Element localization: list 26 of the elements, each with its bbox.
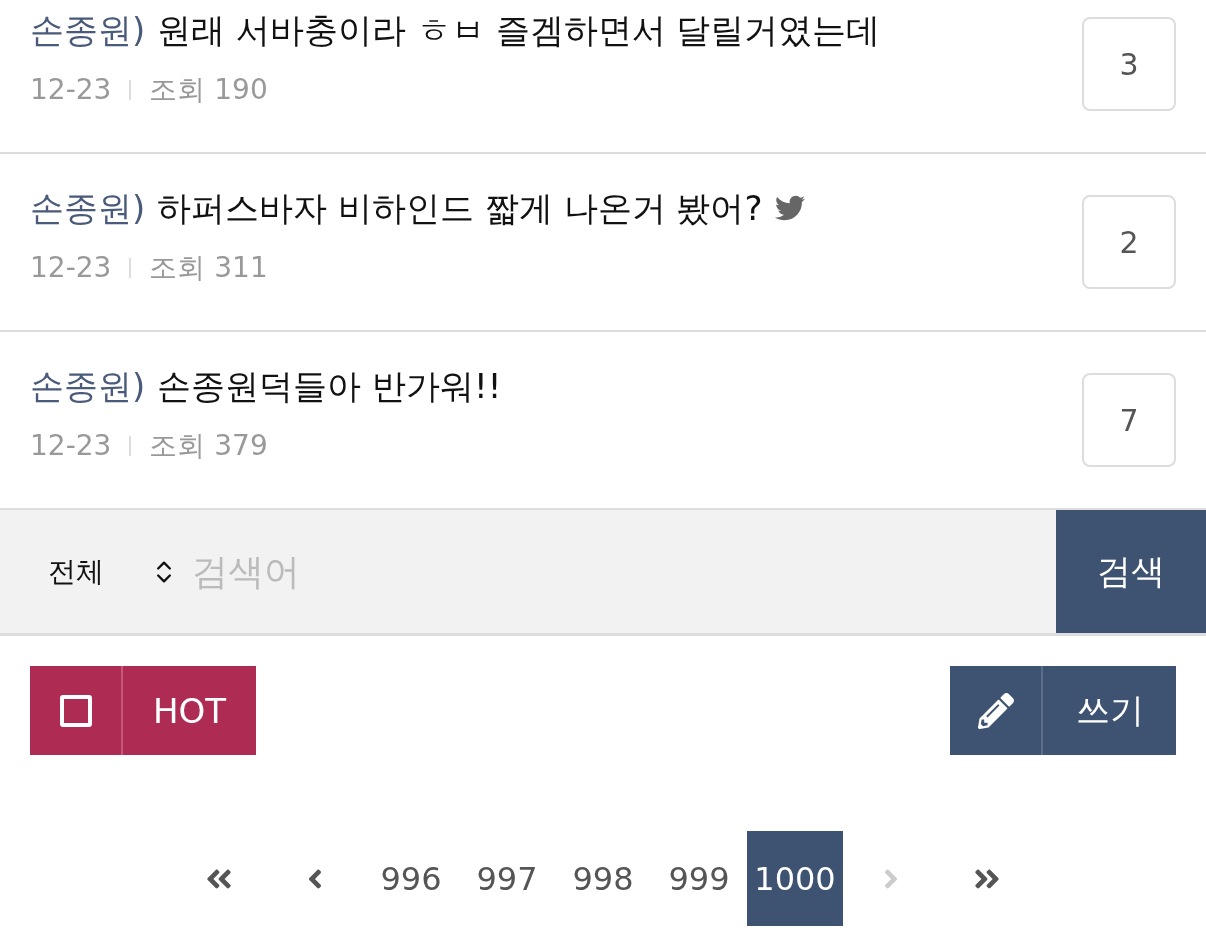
post-title[interactable]: 하퍼스바자 비하인드 짧게 나온거 봤어? bbox=[157, 186, 763, 230]
comment-count[interactable]: 7 bbox=[1082, 373, 1176, 467]
search-scope-select[interactable]: 전체 bbox=[0, 510, 192, 633]
search-button[interactable]: 검색 bbox=[1056, 510, 1206, 633]
comment-count[interactable]: 3 bbox=[1082, 17, 1176, 111]
page-link[interactable]: 1000 bbox=[747, 831, 843, 926]
post-category: 손종원) bbox=[30, 187, 146, 230]
post-date: 12-23 bbox=[30, 428, 112, 464]
page-link[interactable]: 998 bbox=[555, 831, 651, 926]
post-category: 손종원) bbox=[30, 365, 146, 408]
checkbox[interactable] bbox=[59, 694, 92, 727]
post-title[interactable]: 원래 서바충이라 ㅎㅂ 즐겜하면서 달릴거였는데 bbox=[157, 8, 881, 52]
view-count: 조회 311 bbox=[149, 250, 268, 286]
page-link[interactable]: 999 bbox=[651, 831, 747, 926]
write-button[interactable]: 쓰기 bbox=[950, 666, 1176, 755]
post-date: 12-23 bbox=[30, 250, 112, 286]
post-category: 손종원) bbox=[30, 9, 146, 52]
post-title[interactable]: 손종원덕들아 반가워!! bbox=[157, 364, 502, 408]
pencil-icon bbox=[977, 692, 1014, 729]
hot-filter-button[interactable]: HOT bbox=[30, 666, 256, 755]
page-link[interactable]: 996 bbox=[363, 831, 459, 926]
comment-count[interactable]: 2 bbox=[1082, 195, 1176, 289]
post-date: 12-23 bbox=[30, 72, 112, 108]
page-link[interactable]: 997 bbox=[459, 831, 555, 926]
view-count: 조회 379 bbox=[149, 428, 268, 464]
view-count: 조회 190 bbox=[149, 72, 268, 108]
